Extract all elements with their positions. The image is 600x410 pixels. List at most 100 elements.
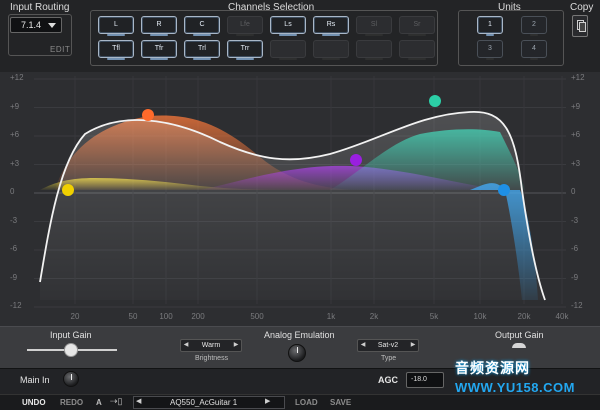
y-tick-label: 0 <box>10 187 15 196</box>
brightness-value: Warm <box>201 342 221 349</box>
y-tick-label: +6 <box>571 130 581 139</box>
main-in-label: Main In <box>20 375 50 385</box>
channel-button-c[interactable]: C <box>184 16 220 36</box>
channel-button-rs[interactable]: Rs <box>313 16 349 36</box>
x-tick-label: 40k <box>555 312 569 321</box>
analog-emulation-title: Analog Emulation <box>264 330 335 340</box>
prev-preset-icon[interactable]: ◀ <box>136 397 141 405</box>
y-tick-label: +9 <box>10 101 20 111</box>
y-tick-label: -3 <box>10 215 18 225</box>
y-tick-label: +3 <box>10 158 20 168</box>
knob-indicator <box>297 347 298 353</box>
right-arrow-icon[interactable]: ▶ <box>408 340 418 351</box>
agc-label: AGC <box>378 375 398 385</box>
eq-curve-display <box>34 76 566 308</box>
unit-button-1[interactable]: 1 <box>477 16 503 36</box>
y-tick-label: 0 <box>571 187 576 196</box>
y-tick-label: -9 <box>571 272 579 282</box>
copy-title: Copy <box>570 2 594 13</box>
unit-button-4[interactable]: 4 <box>521 40 547 60</box>
undo-button[interactable]: UNDO <box>22 398 46 407</box>
channel-button-ls[interactable]: Ls <box>270 16 306 36</box>
input-gain-slider-thumb[interactable] <box>64 343 78 357</box>
units-group <box>458 10 564 66</box>
left-arrow-icon[interactable]: ◀ <box>358 340 368 351</box>
x-tick-label: 20 <box>70 312 80 321</box>
x-tick-label: 20k <box>517 312 531 321</box>
left-arrow-icon[interactable]: ◀ <box>181 340 191 351</box>
y-tick-label: +12 <box>571 73 585 82</box>
y-tick-label: -9 <box>10 272 18 282</box>
channel-button-trr[interactable]: Trr <box>227 40 263 60</box>
next-preset-icon[interactable]: ▶ <box>265 397 270 405</box>
redo-button[interactable]: REDO <box>60 398 83 407</box>
agc-value-field[interactable]: -18.0 <box>406 372 444 388</box>
brightness-label: Brightness <box>195 355 229 362</box>
y-tick-label: +9 <box>571 101 581 111</box>
channel-button-empty <box>399 40 435 60</box>
copy-icon-front <box>579 22 586 32</box>
type-value: Sat-v2 <box>377 342 399 349</box>
channel-button-trl[interactable]: Trl <box>184 40 220 60</box>
type-label: Type <box>381 355 397 362</box>
watermark-url: WWW.YU158.COM <box>455 380 575 395</box>
x-tick-label: 10k <box>473 312 487 321</box>
channel-button-lfe[interactable]: Lfe <box>227 16 263 36</box>
y-tick-label: -12 <box>571 301 583 310</box>
band-3-handle[interactable] <box>350 154 362 166</box>
load-button[interactable]: LOAD <box>295 398 318 407</box>
total-curve-area <box>40 111 545 300</box>
channel-button-tfl[interactable]: Tfl <box>98 40 134 60</box>
y-tick-label: -6 <box>10 244 18 253</box>
channel-button-r[interactable]: R <box>141 16 177 36</box>
x-tick-label: 2k <box>369 312 379 321</box>
x-tick-label: 1k <box>326 312 336 321</box>
unit-button-3[interactable]: 3 <box>477 40 503 60</box>
input-routing-value: 7.1.4 <box>21 20 42 30</box>
ab-compare-button[interactable]: A <box>96 398 102 407</box>
channel-button-empty <box>356 40 392 60</box>
output-gain-knob[interactable] <box>512 343 526 348</box>
input-gain-title: Input Gain <box>50 330 92 340</box>
channel-button-l[interactable]: L <box>98 16 134 36</box>
y-tick-label: +3 <box>571 158 581 168</box>
watermark-title: 音频资源网 <box>455 360 530 376</box>
save-button[interactable]: SAVE <box>330 398 351 407</box>
y-tick-label: +6 <box>10 130 20 139</box>
output-gain-title: Output Gain <box>495 330 544 340</box>
x-tick-label: 500 <box>250 312 264 321</box>
input-routing-select[interactable]: 7.1.4 <box>10 17 62 33</box>
x-tick-label: 200 <box>191 312 205 321</box>
y-tick-label: -6 <box>571 244 579 253</box>
x-tick-label: 100 <box>159 312 173 321</box>
channel-button-sr[interactable]: Sr <box>399 16 435 36</box>
y-tick-label: +12 <box>10 73 24 82</box>
routing-edit-button[interactable]: EDIT <box>50 45 70 54</box>
x-tick-label: 5k <box>429 312 439 321</box>
channel-button-sl[interactable]: Sl <box>356 16 392 36</box>
x-tick-label: 50 <box>128 312 138 321</box>
ab-copy-icon[interactable]: ⇢▯ <box>110 396 123 407</box>
copy-button[interactable] <box>572 15 588 37</box>
y-tick-label: -12 <box>10 301 22 310</box>
brightness-stepper[interactable]: ◀ Warm ▶ <box>180 339 242 352</box>
header-panel: Input Routing 7.1.4 EDIT Channels Select… <box>0 0 600 72</box>
type-stepper[interactable]: ◀ Sat-v2 ▶ <box>357 339 419 352</box>
channel-button-empty <box>270 40 306 60</box>
y-tick-label: -3 <box>571 215 579 225</box>
input-routing-title: Input Routing <box>10 2 70 13</box>
channel-button-empty <box>313 40 349 60</box>
band-1-handle[interactable] <box>62 184 74 196</box>
unit-button-2[interactable]: 2 <box>521 16 547 36</box>
main-in-knob[interactable] <box>63 371 79 387</box>
band-2-handle[interactable] <box>142 109 154 121</box>
right-arrow-icon[interactable]: ▶ <box>231 340 241 351</box>
band-5-handle[interactable] <box>498 184 510 196</box>
knob-indicator <box>71 374 72 380</box>
band-4-handle[interactable] <box>429 95 441 107</box>
preset-name: AQ550_AcGuitar 1 <box>170 398 238 407</box>
chevron-down-icon <box>48 23 56 28</box>
analog-emulation-knob[interactable] <box>288 344 306 362</box>
channel-button-tfr[interactable]: Tfr <box>141 40 177 60</box>
eq-graph[interactable]: +12 +9 +6 +3 0 -3 -6 -9 -12 +12 +9 +6 +3 0 -3 -6 -9 -12 … <box>0 72 600 326</box>
